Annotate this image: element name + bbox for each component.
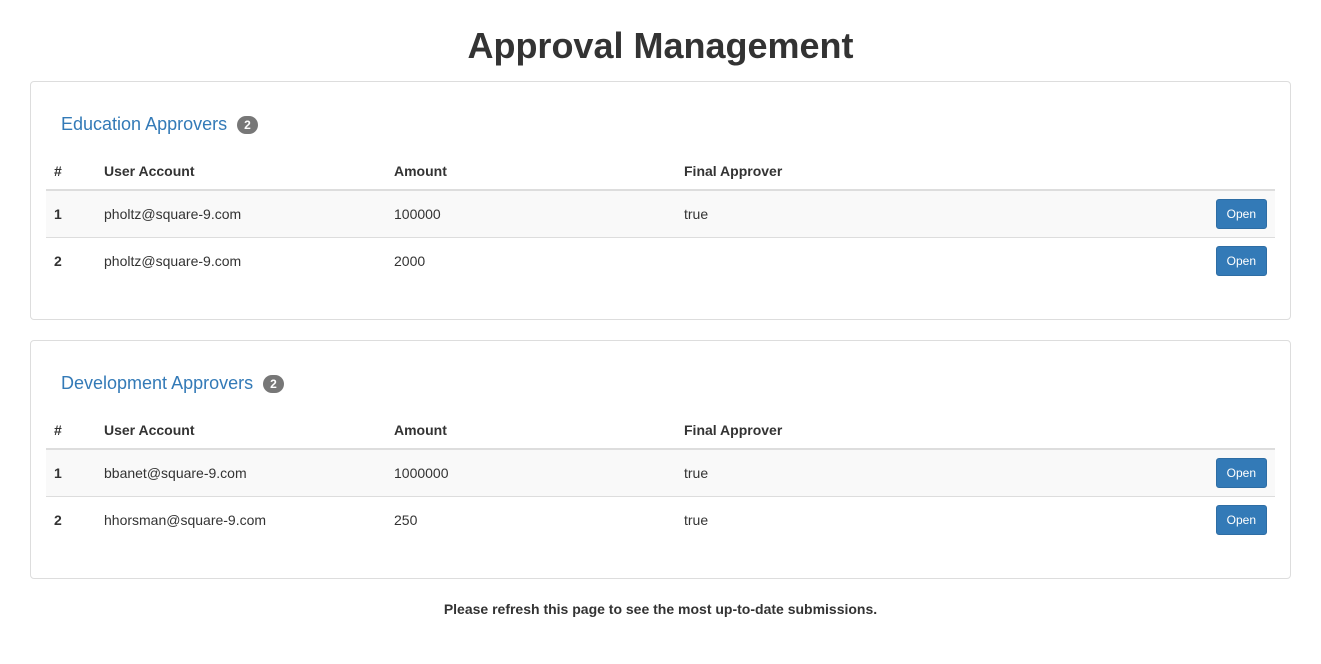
count-badge: 2 [263, 375, 284, 393]
open-button[interactable]: Open [1216, 505, 1267, 535]
row-index: 1 [46, 449, 96, 497]
row-amount: 1000000 [386, 449, 676, 497]
approvers-panel: Development Approvers 2 # User Account A… [30, 340, 1291, 579]
col-header-user: User Account [96, 153, 386, 190]
col-header-index: # [46, 153, 96, 190]
row-final: true [676, 449, 1066, 497]
col-header-index: # [46, 412, 96, 449]
open-button[interactable]: Open [1216, 199, 1267, 229]
table-row: 1 bbanet@square-9.com 1000000 true Open [46, 449, 1275, 497]
approvers-table: # User Account Amount Final Approver 1 p… [46, 153, 1275, 284]
approvers-panel: Education Approvers 2 # User Account Amo… [30, 81, 1291, 320]
row-index: 1 [46, 190, 96, 238]
count-badge: 2 [237, 116, 258, 134]
col-header-action [1066, 412, 1275, 449]
row-index: 2 [46, 496, 96, 543]
row-user: pholtz@square-9.com [96, 238, 386, 285]
row-final: true [676, 190, 1066, 238]
row-final [676, 238, 1066, 285]
row-final: true [676, 496, 1066, 543]
col-header-amount: Amount [386, 153, 676, 190]
row-amount: 2000 [386, 238, 676, 285]
table-row: 2 pholtz@square-9.com 2000 Open [46, 238, 1275, 285]
panel-title-link[interactable]: Development Approvers [61, 371, 253, 397]
table-row: 2 hhorsman@square-9.com 250 true Open [46, 496, 1275, 543]
row-user: bbanet@square-9.com [96, 449, 386, 497]
approvers-table: # User Account Amount Final Approver 1 b… [46, 412, 1275, 543]
table-row: 1 pholtz@square-9.com 100000 true Open [46, 190, 1275, 238]
row-index: 2 [46, 238, 96, 285]
open-button[interactable]: Open [1216, 246, 1267, 276]
panel-title-link[interactable]: Education Approvers [61, 112, 227, 138]
row-amount: 250 [386, 496, 676, 543]
page-title: Approval Management [30, 20, 1291, 71]
col-header-final: Final Approver [676, 153, 1066, 190]
open-button[interactable]: Open [1216, 458, 1267, 488]
footer-message: Please refresh this page to see the most… [30, 599, 1291, 619]
row-user: pholtz@square-9.com [96, 190, 386, 238]
row-user: hhorsman@square-9.com [96, 496, 386, 543]
col-header-action [1066, 153, 1275, 190]
row-amount: 100000 [386, 190, 676, 238]
col-header-user: User Account [96, 412, 386, 449]
col-header-amount: Amount [386, 412, 676, 449]
col-header-final: Final Approver [676, 412, 1066, 449]
